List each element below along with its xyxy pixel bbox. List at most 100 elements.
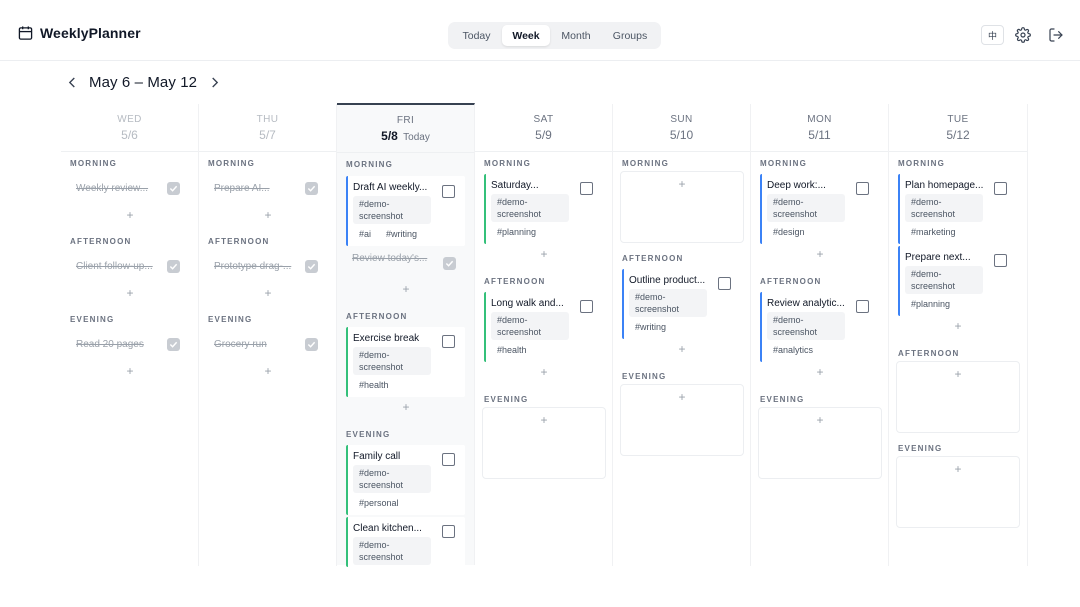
chevron-right-icon [211,77,218,87]
task-checkbox[interactable] [994,182,1007,195]
add-task-button[interactable]: + [815,366,825,378]
add-task-button[interactable]: + [401,401,411,413]
task-checkbox-checked[interactable] [305,260,318,273]
day-column-tue: TUE 5/12 MORNING Plan homepage... #demo-… [889,104,1028,566]
check-icon [169,341,178,348]
empty-slot-dropzone[interactable]: + [482,407,606,479]
tab-groups[interactable]: Groups [602,25,658,46]
task-checkbox-checked[interactable] [167,182,180,195]
add-task-button[interactable]: + [539,414,549,426]
next-week-button[interactable] [207,72,221,92]
tab-today[interactable]: Today [451,25,502,46]
language-toggle-button[interactable]: 中 [981,25,1004,45]
task-title: Read 20 pages [76,338,144,350]
empty-slot-dropzone[interactable]: + [896,456,1020,528]
brand: WeeklyPlanner [18,25,141,41]
settings-button[interactable] [1015,27,1031,43]
day-date: 5/8 Today [381,129,430,143]
tag-chip: #writing [386,229,418,239]
task-checkbox[interactable] [580,300,593,313]
task-title: Draft AI weekly... [353,182,428,193]
add-task-button[interactable]: + [815,248,825,260]
add-task-button[interactable]: + [953,368,963,380]
day-column-mon: MON 5/11 MORNING Deep work:... #demo-scr… [751,104,889,566]
task-checkbox-checked[interactable] [305,338,318,351]
tag-chip: #demo-screenshot [767,312,845,340]
task-checkbox[interactable] [442,525,455,538]
empty-slot-dropzone[interactable]: + [758,407,882,479]
check-icon [307,341,316,348]
day-of-week: TUE [947,114,969,125]
add-task-button[interactable]: + [677,391,687,403]
task-checkbox-checked[interactable] [167,260,180,273]
slot-label-evening: EVENING [70,315,115,324]
task-checkbox[interactable] [442,185,455,198]
task-title: Plan homepage... [905,180,984,191]
task-checkbox[interactable] [442,335,455,348]
calendar-icon [18,26,33,40]
day-header: SAT 5/9 [475,104,612,152]
add-task-button[interactable]: + [263,209,273,221]
add-task-button[interactable]: + [953,463,963,475]
task-item[interactable]: Review today's... [352,249,427,267]
add-task-button[interactable]: + [677,178,687,190]
task-checkbox-checked[interactable] [443,257,456,270]
previous-week-button[interactable] [65,72,79,92]
tag-chip: #demo-screenshot [491,312,569,340]
empty-slot-dropzone[interactable]: + [896,361,1020,433]
task-item[interactable]: Client follow-up... [76,257,153,275]
add-task-button[interactable]: + [125,287,135,299]
tab-week[interactable]: Week [502,25,550,46]
day-header: MON 5/11 [751,104,888,152]
slot-label-evening: EVENING [622,372,667,381]
task-item[interactable]: Weekly review... [76,179,148,197]
task-title: Prepare next... [905,252,971,263]
slot-label-morning: MORNING [484,159,532,168]
slot-label-afternoon: AFTERNOON [70,237,132,246]
task-checkbox-checked[interactable] [305,182,318,195]
slot-label-morning: MORNING [70,159,118,168]
check-icon [169,263,178,270]
task-checkbox[interactable] [442,453,455,466]
slot-label-afternoon: AFTERNOON [484,277,546,286]
add-task-button[interactable]: + [677,343,687,355]
task-item[interactable]: Prototype drag-... [214,257,291,275]
task-item[interactable]: Prepare AI... [214,179,270,197]
add-task-button[interactable]: + [263,365,273,377]
slot-label-afternoon: AFTERNOON [622,254,684,263]
task-checkbox[interactable] [856,182,869,195]
task-checkbox[interactable] [718,277,731,290]
empty-slot-dropzone[interactable]: + [620,171,744,243]
slot-label-morning: MORNING [898,159,946,168]
add-task-button[interactable]: + [539,248,549,260]
task-title: Long walk and... [491,298,564,309]
task-title: Prepare AI... [214,182,270,194]
add-task-button[interactable]: + [539,366,549,378]
day-header: TUE 5/12 [889,104,1027,152]
gear-icon [1015,27,1031,43]
task-checkbox[interactable] [856,300,869,313]
logout-icon [1049,28,1063,42]
add-task-button[interactable]: + [125,209,135,221]
slot-label-afternoon: AFTERNOON [760,277,822,286]
slot-label-afternoon: AFTERNOON [208,237,270,246]
task-item[interactable]: Read 20 pages [76,335,144,353]
check-icon [307,185,316,192]
chevron-left-icon [68,77,75,87]
task-checkbox[interactable] [994,254,1007,267]
add-task-button[interactable]: + [953,320,963,332]
add-task-button[interactable]: + [263,287,273,299]
task-title: Outline product... [629,275,706,286]
tab-month[interactable]: Month [550,25,602,46]
task-checkbox[interactable] [580,182,593,195]
logout-button[interactable] [1048,27,1064,43]
task-title: Clean kitchen... [353,523,422,534]
add-task-button[interactable]: + [125,365,135,377]
empty-slot-dropzone[interactable]: + [620,384,744,456]
task-title: Family call [353,451,401,462]
task-checkbox-checked[interactable] [167,338,180,351]
day-column-sat: SAT 5/9 MORNING Saturday... #demo-screen… [475,104,613,566]
add-task-button[interactable]: + [401,283,411,295]
add-task-button[interactable]: + [815,414,825,426]
task-item[interactable]: Grocery run [214,335,267,353]
